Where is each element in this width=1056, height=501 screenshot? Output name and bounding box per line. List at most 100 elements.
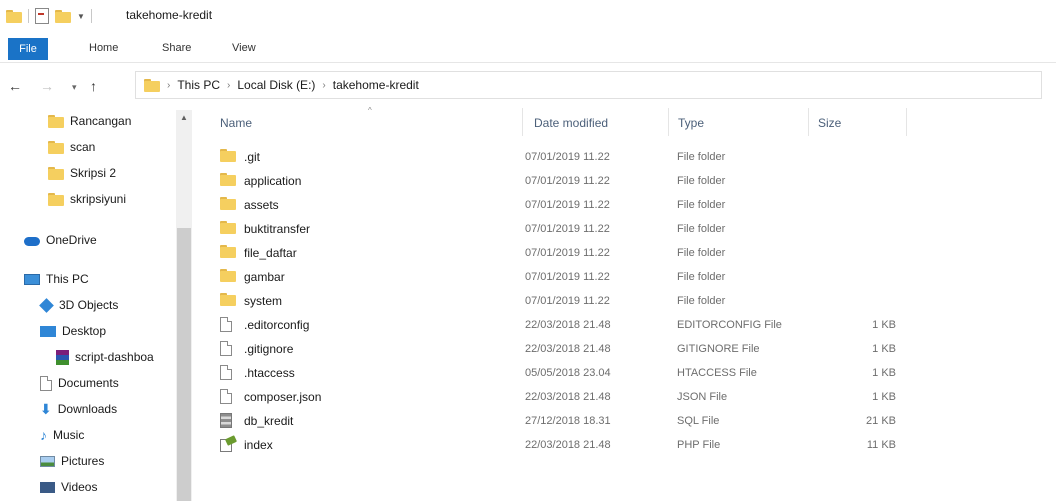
file-type: GITIGNORE File xyxy=(677,342,760,355)
file-icon xyxy=(220,341,232,359)
folder-icon xyxy=(48,114,64,128)
address-bar[interactable]: › This PC › Local Disk (E:) › takehome-k… xyxy=(135,71,1042,99)
file-name: buktitransfer xyxy=(244,221,311,236)
breadcrumb-takehome-kredit[interactable]: takehome-kredit xyxy=(333,78,419,92)
downloads-icon: ⬇ xyxy=(40,400,52,417)
database-icon xyxy=(220,413,232,431)
file-date-modified: 27/12/2018 18.31 xyxy=(525,414,611,427)
folder-icon xyxy=(220,197,236,213)
table-row[interactable]: system 07/01/2019 11.22 File folder xyxy=(218,289,908,312)
file-date-modified: 07/01/2019 11.22 xyxy=(525,174,610,187)
table-row[interactable]: .htaccess 05/05/2018 23.04 HTACCESS File 1 … xyxy=(218,361,908,384)
sidebar-item-pictures[interactable]: Pictures xyxy=(40,448,104,474)
sidebar-item-script-dashboard[interactable]: script-dashboa xyxy=(56,344,154,370)
breadcrumb-this-pc[interactable]: This PC xyxy=(177,78,220,92)
sidebar-item-documents[interactable]: Documents xyxy=(40,370,119,396)
file-type: File folder xyxy=(677,174,726,187)
sidebar-item-label: Downloads xyxy=(57,402,118,416)
folder-icon xyxy=(220,221,236,237)
pictures-icon xyxy=(40,455,55,467)
videos-icon xyxy=(40,481,55,493)
file-date-modified: 22/03/2018 21.48 xyxy=(525,438,611,451)
table-row[interactable]: .editorconfig 22/03/2018 21.48 EDITORCONFI… xyxy=(218,313,908,336)
tab-view[interactable]: View xyxy=(232,42,256,54)
table-row[interactable]: assets 07/01/2019 11.22 File folder xyxy=(218,193,908,216)
sidebar-item-3d-objects[interactable]: 3D Objects xyxy=(39,292,119,318)
table-row[interactable]: gambar 07/01/2019 11.22 File folder xyxy=(218,265,908,288)
sidebar-item-skripsiyuni[interactable]: skripsiyuni xyxy=(48,186,126,212)
scrollbar-thumb[interactable] xyxy=(177,228,191,501)
new-folder-icon[interactable] xyxy=(55,9,71,23)
table-row[interactable]: application 07/01/2019 11.22 File folder xyxy=(218,169,908,192)
folder-icon xyxy=(48,192,64,206)
table-row[interactable]: .gitignore 22/03/2018 21.48 GITIGNORE File… xyxy=(218,337,908,360)
file-type: File folder xyxy=(677,294,726,307)
file-icon xyxy=(220,317,232,335)
music-icon: ♪ xyxy=(40,427,47,443)
sidebar-item-scan[interactable]: scan xyxy=(48,134,95,160)
customize-qat-icon[interactable]: ▼ xyxy=(77,12,85,21)
forward-arrow-icon[interactable]: → xyxy=(40,78,54,94)
tab-home[interactable]: Home xyxy=(89,42,118,54)
table-row[interactable]: .git 07/01/2019 11.22 File folder xyxy=(218,145,908,168)
sidebar-item-onedrive[interactable]: OneDrive xyxy=(24,227,97,253)
divider xyxy=(522,108,523,136)
column-header-date-modified[interactable]: Date modified xyxy=(534,116,608,130)
folder-icon xyxy=(48,166,64,180)
table-row[interactable]: composer.json 22/03/2018 21.48 JSON File 1 … xyxy=(218,385,908,408)
php-icon xyxy=(220,437,236,455)
file-type: File folder xyxy=(677,198,726,211)
divider xyxy=(668,108,669,136)
file-size: 1 KB xyxy=(872,366,896,379)
folder-icon xyxy=(48,140,64,154)
file-size: 1 KB xyxy=(872,342,896,355)
sidebar-item-this-pc[interactable]: This PC xyxy=(24,266,89,292)
file-icon xyxy=(220,389,232,407)
scroll-up-icon[interactable]: ▲ xyxy=(180,113,188,122)
folder-icon xyxy=(220,173,236,189)
sidebar-item-label: Skripsi 2 xyxy=(70,166,117,180)
onedrive-icon xyxy=(24,237,40,246)
sidebar-item-skripsi-2[interactable]: Skripsi 2 xyxy=(48,160,116,186)
divider xyxy=(0,62,1056,63)
file-name: .editorconfig xyxy=(244,317,310,332)
table-row[interactable]: index 22/03/2018 21.48 PHP File 11 KB xyxy=(218,433,908,456)
column-header-size[interactable]: Size xyxy=(818,116,841,130)
file-date-modified: 22/03/2018 21.48 xyxy=(525,390,611,403)
window-title: takehome-kredit xyxy=(126,8,213,22)
file-name: gambar xyxy=(244,269,285,284)
sidebar-item-label: scan xyxy=(70,140,96,154)
title-bar: ▼ takehome-kredit xyxy=(0,0,1056,30)
column-header-type[interactable]: Type xyxy=(678,116,704,130)
file-type: File folder xyxy=(677,246,726,259)
table-row[interactable]: db_kredit 27/12/2018 18.31 SQL File 21 KB xyxy=(218,409,908,432)
divider xyxy=(90,9,92,23)
sidebar-item-label: 3D Objects xyxy=(59,298,119,312)
up-arrow-icon[interactable]: ↑ xyxy=(90,78,97,94)
quick-access-toolbar: ▼ xyxy=(6,8,92,24)
recent-locations-icon[interactable]: ▾ xyxy=(72,82,77,93)
pc-icon xyxy=(24,273,40,285)
back-arrow-icon[interactable]: ← xyxy=(8,78,22,94)
breadcrumb-local-disk[interactable]: Local Disk (E:) xyxy=(237,78,315,92)
sidebar-item-downloads[interactable]: ⬇ Downloads xyxy=(40,396,117,422)
sidebar-item-videos[interactable]: Videos xyxy=(40,474,97,500)
file-size: 1 KB xyxy=(872,390,896,403)
file-type: PHP File xyxy=(677,438,721,451)
file-name: assets xyxy=(244,197,279,212)
table-row[interactable]: file_daftar 07/01/2019 11.22 File folder xyxy=(218,241,908,264)
file-date-modified: 22/03/2018 21.48 xyxy=(525,318,611,331)
tab-share[interactable]: Share xyxy=(162,42,191,54)
file-icon xyxy=(220,365,232,383)
column-header-name[interactable]: Name xyxy=(220,116,252,130)
table-row[interactable]: buktitransfer 07/01/2019 11.22 File folder xyxy=(218,217,908,240)
chevron-right-icon: › xyxy=(322,79,326,91)
sidebar-item-rancangan[interactable]: Rancangan xyxy=(48,108,131,134)
tab-file[interactable]: File xyxy=(8,38,48,60)
sidebar-item-desktop[interactable]: Desktop xyxy=(40,318,106,344)
sidebar-item-music[interactable]: ♪ Music xyxy=(40,422,84,448)
properties-icon[interactable] xyxy=(35,8,49,24)
file-name: .git xyxy=(244,149,261,164)
file-date-modified: 07/01/2019 11.22 xyxy=(525,150,610,163)
3d-objects-icon xyxy=(39,297,54,313)
